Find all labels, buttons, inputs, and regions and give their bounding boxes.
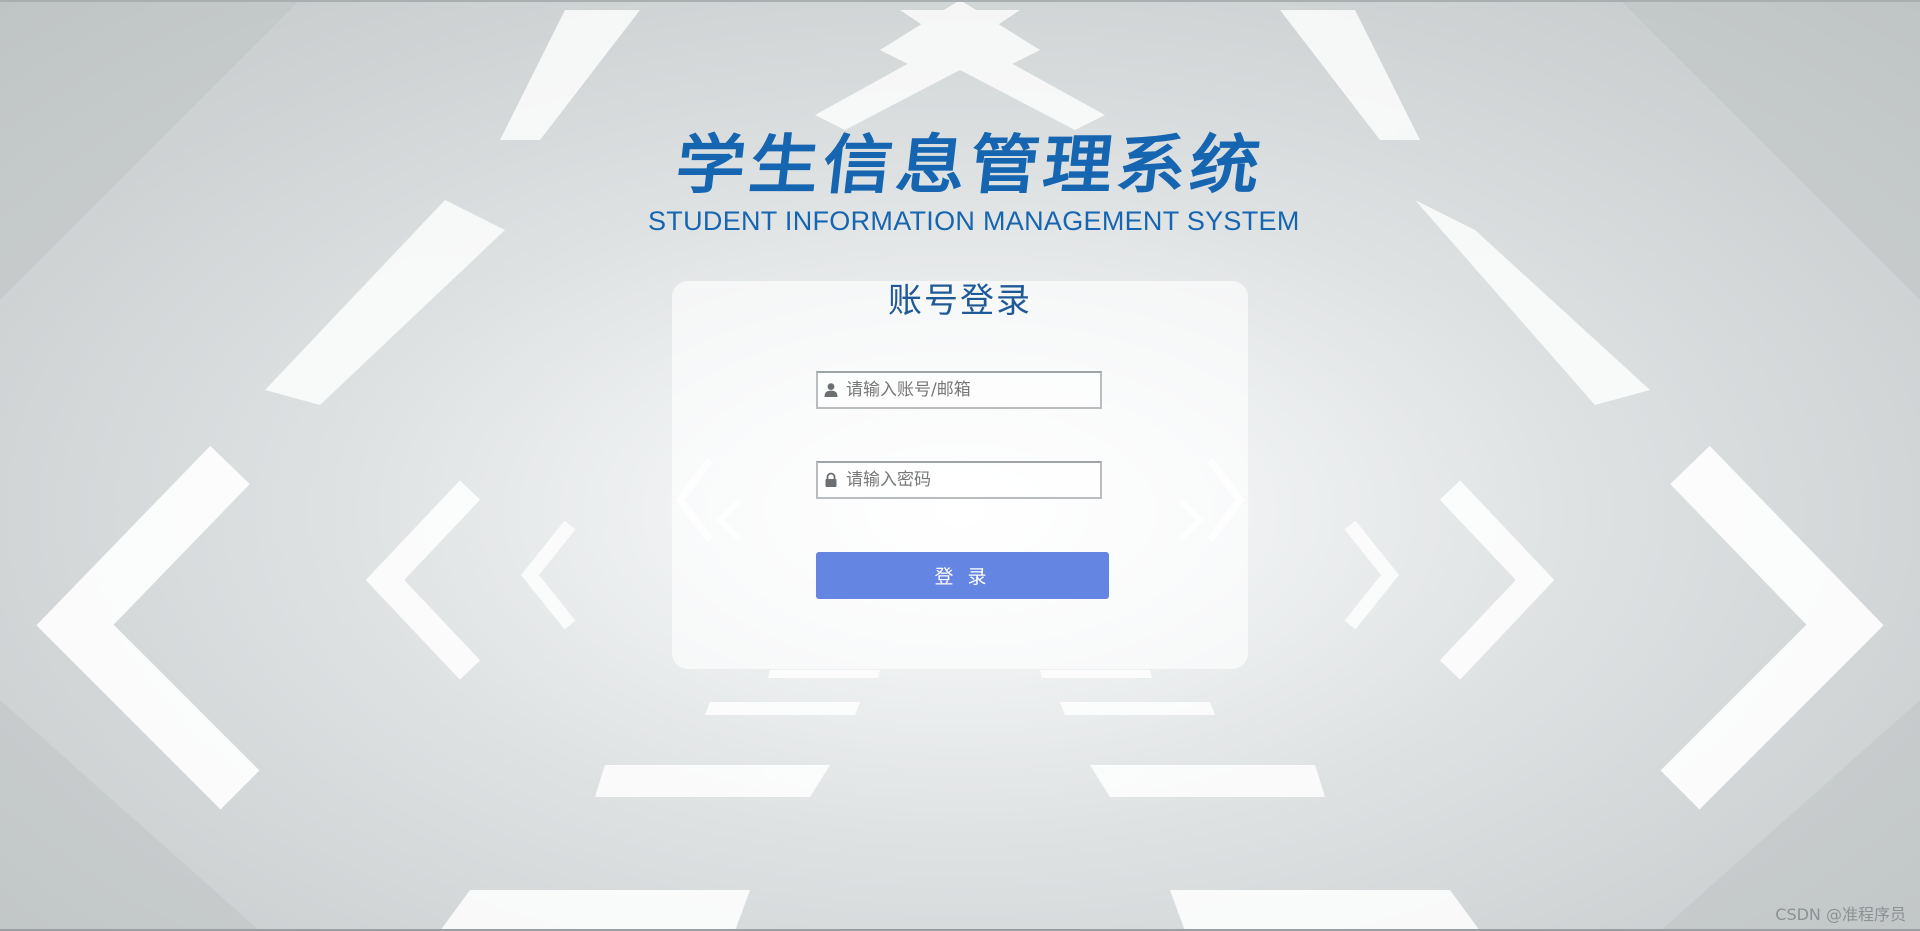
top-border	[0, 0, 1920, 2]
login-title: 账号登录	[888, 281, 1032, 321]
csdn-watermark: CSDN @准程序员	[1775, 905, 1906, 924]
login-button[interactable]: 登 录	[816, 552, 1109, 599]
system-title-cn: 学生信息管理系统	[672, 129, 1268, 203]
system-header: 学生信息管理系统 STUDENT INFORMATION MANAGEMENT …	[648, 129, 1300, 236]
login-card: 账号登录 登 录	[672, 281, 1248, 669]
login-page: 学生信息管理系统 STUDENT INFORMATION MANAGEMENT …	[0, 0, 1920, 931]
account-input[interactable]	[846, 373, 1098, 407]
password-field[interactable]	[816, 461, 1102, 499]
lock-icon	[825, 472, 837, 487]
password-input[interactable]	[846, 463, 1098, 497]
system-title-en: STUDENT INFORMATION MANAGEMENT SYSTEM	[648, 206, 1300, 236]
user-icon	[824, 383, 838, 397]
account-field[interactable]	[816, 371, 1102, 409]
